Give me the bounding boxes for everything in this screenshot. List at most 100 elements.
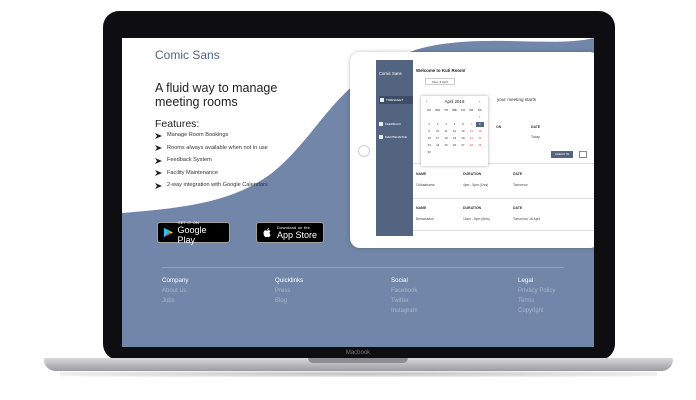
laptop-label: Macbook <box>345 350 371 356</box>
app-store-button[interactable]: Download on the App Store <box>256 222 324 243</box>
footer-col-company: Company About Us Jobs <box>162 277 188 308</box>
app-sidebar: Comic Sans TIMESHEET FEEDBACK MAINTENANC… <box>376 60 413 236</box>
calendar-day[interactable]: 13 <box>459 129 467 134</box>
calendar-next-icon[interactable]: › <box>479 99 480 104</box>
arrow-icon <box>155 157 162 164</box>
features-title: Features: <box>155 118 200 130</box>
laptop-shadow <box>60 371 657 377</box>
calendar-day[interactable]: 16 <box>425 136 433 141</box>
google-play-big-text: Google Play <box>177 224 207 245</box>
footer-divider <box>162 267 564 268</box>
calendar-day[interactable]: 14 <box>467 129 475 134</box>
calendar-day[interactable]: 21 <box>467 136 475 141</box>
calendar-day[interactable]: 9 <box>425 129 433 134</box>
arrow-icon <box>155 182 162 189</box>
calendar-day[interactable]: 27 <box>459 143 467 148</box>
check-in-button[interactable]: CHECK IN <box>551 151 573 158</box>
app-row-duration: 11am - 5pm (6hrs) <box>463 217 490 221</box>
app-store-big-text: App Store <box>277 229 318 240</box>
app-row-name: Bemanadoh <box>416 217 434 221</box>
calendar-day[interactable]: 29 <box>476 143 484 148</box>
arrow-icon <box>155 132 162 139</box>
app-col-on: ON <box>496 125 502 129</box>
apple-icon <box>263 228 271 238</box>
app-nav-timesheet[interactable]: TIMESHEET <box>379 96 413 104</box>
app-date-bar: Mon, 8 April <box>413 77 594 87</box>
calendar-day[interactable]: 10 <box>433 129 441 134</box>
calendar-day <box>459 115 467 120</box>
calendar-day-header: TH <box>461 108 465 112</box>
app-col-date: DATE <box>531 125 541 129</box>
calendar-day[interactable]: 3 <box>433 122 441 127</box>
calendar-day[interactable]: 4 <box>442 122 450 127</box>
footer-heading: Quicklinks <box>275 277 304 284</box>
app-nav-feedback[interactable]: FEEDBACK <box>379 122 401 126</box>
footer-link-twitter[interactable]: Twitter <box>391 298 418 304</box>
calendar-day[interactable]: 17 <box>433 136 441 141</box>
calendar-day-header: SA <box>477 108 482 112</box>
calendar-popup[interactable]: ‹ April 2018 › SU MO TU WE TH FR SA 1 2 3 4 5 6 7 8 9 10… <box>421 96 488 166</box>
app-col-duration: DURATION <box>463 172 482 176</box>
calendar-day-header: MO <box>435 108 440 112</box>
app-col-name: NAME <box>416 172 427 176</box>
calendar-day[interactable]: 25 <box>442 143 450 148</box>
calendar-day[interactable]: 6 <box>459 122 467 127</box>
footer-link-facebook[interactable]: Facebook <box>391 288 418 294</box>
calendar-day[interactable]: 19 <box>450 136 458 141</box>
footer-link-about[interactable]: About Us <box>162 288 188 294</box>
calendar-day <box>433 150 441 155</box>
app-date-picker[interactable]: Mon, 8 April <box>425 78 455 85</box>
google-play-button[interactable]: GET IT ON Google Play <box>157 220 230 245</box>
calendar-day[interactable]: 26 <box>450 143 458 148</box>
app-nav-maintenance[interactable]: MAINTENANCE <box>379 135 407 139</box>
divider <box>413 230 594 231</box>
secondary-action-button[interactable] <box>579 151 587 158</box>
app-sidebar-title: Comic Sans <box>379 71 402 76</box>
divider <box>413 198 594 199</box>
calendar-day[interactable]: 24 <box>433 143 441 148</box>
calendar-day-header: WE <box>452 108 457 112</box>
app-date-today: Today <box>531 135 540 139</box>
calendar-grid[interactable]: SU MO TU WE TH FR SA 1 2 3 4 5 6 7 8 9 10 11 12 13 14 15 16 17 1… <box>425 108 484 155</box>
calendar-day[interactable]: 22 <box>476 136 484 141</box>
calendar-day[interactable]: 28 <box>467 143 475 148</box>
footer-link-instagram[interactable]: Instagram <box>391 308 418 314</box>
feedback-icon <box>379 122 383 126</box>
calendar-day <box>442 115 450 120</box>
calendar-day[interactable]: 18 <box>442 136 450 141</box>
laptop-screen: Comic Sans A fluid way to manage meeting… <box>122 38 594 347</box>
calendar-day[interactable]: 12 <box>450 129 458 134</box>
app-row-duration: 4pm - 5pm (1hrs) <box>463 183 489 187</box>
footer-link-jobs[interactable]: Jobs <box>162 298 188 304</box>
calendar-day[interactable]: 15 <box>476 129 484 134</box>
calendar-day[interactable]: 8 <box>475 122 484 127</box>
footer-link-press[interactable]: Press <box>275 288 303 294</box>
calendar-day-header: FR <box>469 108 474 112</box>
calendar-day[interactable]: 11 <box>442 129 450 134</box>
footer-col-quicklinks: Quicklinks Press Blog <box>275 277 303 308</box>
calendar-icon <box>380 98 384 102</box>
calendar-day <box>450 115 458 120</box>
calendar-day <box>476 150 484 155</box>
calendar-day <box>442 150 450 155</box>
google-play-icon <box>163 227 173 238</box>
wrench-icon <box>379 135 383 139</box>
calendar-day[interactable]: 30 <box>425 150 433 155</box>
app-col-duration: DURATION <box>463 206 482 210</box>
footer-heading: Social <box>391 277 408 284</box>
feature-item: Feedback System <box>155 157 305 164</box>
calendar-day[interactable]: 20 <box>459 136 467 141</box>
calendar-day[interactable]: 1 <box>476 115 484 120</box>
app-main: Welcome to Kuti Room! Mon, 8 April your … <box>413 60 594 236</box>
footer-link-terms[interactable]: Terms <box>518 298 555 304</box>
calendar-day <box>467 115 475 120</box>
calendar-day[interactable]: 23 <box>425 143 433 148</box>
calendar-day[interactable]: 7 <box>467 122 475 127</box>
calendar-day[interactable]: 5 <box>450 122 458 127</box>
calendar-day[interactable]: 2 <box>425 122 433 127</box>
footer-link-privacy[interactable]: Privacy Policy <box>518 288 555 294</box>
brand-name[interactable]: Comic Sans <box>155 48 220 62</box>
footer-link-blog[interactable]: Blog <box>275 298 303 304</box>
footer-link-copyright[interactable]: Copyright <box>518 308 555 314</box>
app-row-name: Chikaabama <box>416 183 435 187</box>
